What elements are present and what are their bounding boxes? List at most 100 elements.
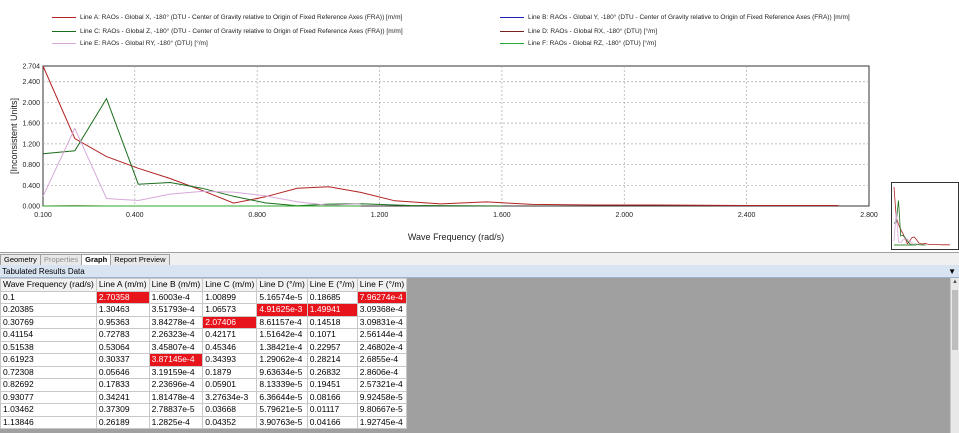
table-cell[interactable]: 0.37309 bbox=[95, 403, 150, 417]
table-cell[interactable]: 0.05646 bbox=[95, 365, 150, 379]
table-cell[interactable]: 0.30337 bbox=[95, 353, 150, 367]
table-row[interactable]: 0.93077 0.34241 1.81478e-4 3.27634e-3 6.3664… bbox=[0, 390, 408, 404]
table-row[interactable]: 0.41154 0.72783 2.26323e-4 0.42171 1.51642e-… bbox=[0, 328, 408, 342]
tab-graph[interactable]: Graph bbox=[81, 254, 112, 265]
column-header[interactable]: Line B (m/m) bbox=[148, 278, 204, 292]
table-row[interactable]: 0.72308 0.05646 3.19159e-4 0.1879 9.63634e-5… bbox=[0, 365, 408, 379]
table-cell[interactable]: 1.6003e-4 bbox=[148, 290, 204, 304]
table-cell[interactable]: 1.29062e-4 bbox=[256, 353, 308, 367]
table-cell[interactable]: 2.23696e-4 bbox=[148, 378, 204, 392]
tab-report-preview[interactable]: Report Preview bbox=[110, 254, 170, 265]
table-cell[interactable]: 0.1879 bbox=[202, 365, 258, 379]
table-cell[interactable]: 2.78837e-5 bbox=[148, 403, 204, 417]
table-row[interactable]: 0.20385 1.30463 3.51793e-4 1.06573 4.91625e-… bbox=[0, 303, 408, 317]
table-cell[interactable]: 2.46802e-4 bbox=[356, 340, 408, 354]
table-cell[interactable]: 0.34393 bbox=[202, 353, 258, 367]
table-cell[interactable]: 9.80667e-5 bbox=[356, 403, 408, 417]
table-cell[interactable]: 0.30769 bbox=[0, 315, 97, 329]
table-cell[interactable]: 0.28214 bbox=[306, 353, 358, 367]
table-cell[interactable]: 1.13846 bbox=[0, 415, 97, 429]
pin-icon[interactable]: ▼ bbox=[948, 265, 956, 278]
table-cell[interactable]: 0.72308 bbox=[0, 365, 97, 379]
table-cell[interactable]: 3.09368e-4 bbox=[356, 303, 408, 317]
table-cell[interactable]: 2.56144e-4 bbox=[356, 328, 408, 342]
table-cell[interactable]: 3.84278e-4 bbox=[148, 315, 204, 329]
table-cell[interactable]: 0.42171 bbox=[202, 328, 258, 342]
table-cell[interactable]: 2.70358 bbox=[95, 290, 150, 304]
table-row[interactable]: 0.51538 0.53064 3.45807e-4 0.45346 1.38421e-… bbox=[0, 340, 408, 354]
table-cell[interactable]: 2.8606e-4 bbox=[356, 365, 408, 379]
table-cell[interactable]: 0.53064 bbox=[95, 340, 150, 354]
scrollbar-thumb[interactable] bbox=[952, 290, 958, 350]
table-cell[interactable]: 1.30463 bbox=[95, 303, 150, 317]
table-cell[interactable]: 0.1 bbox=[0, 290, 97, 304]
table-cell[interactable]: 2.6855e-4 bbox=[356, 353, 408, 367]
table-cell[interactable]: 9.92458e-5 bbox=[356, 390, 408, 404]
table-cell[interactable]: 3.09831e-4 bbox=[356, 315, 408, 329]
table-cell[interactable]: 3.27634e-3 bbox=[202, 390, 258, 404]
table-cell[interactable]: 3.19159e-4 bbox=[148, 365, 204, 379]
table-cell[interactable]: 1.81478e-4 bbox=[148, 390, 204, 404]
chart-overview-thumbnail[interactable] bbox=[891, 182, 959, 250]
column-header[interactable]: Line A (m/m) bbox=[95, 278, 150, 292]
column-header[interactable]: Line F (°/m) bbox=[356, 278, 408, 292]
table-cell[interactable]: 0.03668 bbox=[202, 403, 258, 417]
table-cell[interactable]: 2.26323e-4 bbox=[148, 328, 204, 342]
table-cell[interactable]: 0.61923 bbox=[0, 353, 97, 367]
table-cell[interactable]: 1.49941 bbox=[306, 303, 358, 317]
table-cell[interactable]: 0.26832 bbox=[306, 365, 358, 379]
table-cell[interactable]: 0.34241 bbox=[95, 390, 150, 404]
table-cell[interactable]: 3.90763e-5 bbox=[256, 415, 308, 429]
table-cell[interactable]: 4.91625e-3 bbox=[256, 303, 308, 317]
table-cell[interactable]: 0.93077 bbox=[0, 390, 97, 404]
table-cell[interactable]: 0.04352 bbox=[202, 415, 258, 429]
table-cell[interactable]: 0.04166 bbox=[306, 415, 358, 429]
table-cell[interactable]: 3.51793e-4 bbox=[148, 303, 204, 317]
table-row[interactable]: 1.03462 0.37309 2.78837e-5 0.03668 5.79621e-… bbox=[0, 403, 408, 417]
table-cell[interactable]: 0.26189 bbox=[95, 415, 150, 429]
table-cell[interactable]: 6.36644e-5 bbox=[256, 390, 308, 404]
table-cell[interactable]: 3.45807e-4 bbox=[148, 340, 204, 354]
table-cell[interactable]: 0.1071 bbox=[306, 328, 358, 342]
table-cell[interactable]: 0.72783 bbox=[95, 328, 150, 342]
table-cell[interactable]: 7.96274e-4 bbox=[356, 290, 408, 304]
table-cell[interactable]: 5.16574e-5 bbox=[256, 290, 308, 304]
table-cell[interactable]: 0.17833 bbox=[95, 378, 150, 392]
table-cell[interactable]: 0.20385 bbox=[0, 303, 97, 317]
table-cell[interactable]: 0.51538 bbox=[0, 340, 97, 354]
table-cell[interactable]: 1.92745e-4 bbox=[356, 415, 408, 429]
table-cell[interactable]: 0.19451 bbox=[306, 378, 358, 392]
table-row[interactable]: 0.1 2.70358 1.6003e-4 1.00899 5.16574e-5 0.18… bbox=[0, 290, 408, 304]
table-cell[interactable]: 1.38421e-4 bbox=[256, 340, 308, 354]
table-cell[interactable]: 9.63634e-5 bbox=[256, 365, 308, 379]
table-cell[interactable]: 3.87145e-4 bbox=[148, 353, 204, 367]
table-cell[interactable]: 0.05901 bbox=[202, 378, 258, 392]
table-row[interactable]: 0.61923 0.30337 3.87145e-4 0.34393 1.29062e-… bbox=[0, 353, 408, 367]
table-cell[interactable]: 0.22957 bbox=[306, 340, 358, 354]
table-cell[interactable]: 0.18685 bbox=[306, 290, 358, 304]
column-header[interactable]: Wave Frequency (rad/s) bbox=[0, 278, 97, 292]
table-cell[interactable]: 0.45346 bbox=[202, 340, 258, 354]
column-header[interactable]: Line D (°/m) bbox=[256, 278, 308, 292]
table-cell[interactable]: 0.14518 bbox=[306, 315, 358, 329]
table-cell[interactable]: 5.79621e-5 bbox=[256, 403, 308, 417]
table-cell[interactable]: 1.2825e-4 bbox=[148, 415, 204, 429]
scroll-up-icon[interactable]: ▲ bbox=[951, 278, 959, 286]
table-cell[interactable]: 0.41154 bbox=[0, 328, 97, 342]
table-row[interactable]: 0.30769 0.95363 3.84278e-4 2.07406 8.61157e-… bbox=[0, 315, 408, 329]
tab-properties[interactable]: Properties bbox=[39, 254, 83, 265]
table-cell[interactable]: 1.51642e-4 bbox=[256, 328, 308, 342]
table-cell[interactable]: 8.61157e-4 bbox=[256, 315, 308, 329]
table-cell[interactable]: 8.13339e-5 bbox=[256, 378, 308, 392]
table-cell[interactable]: 2.07406 bbox=[202, 315, 258, 329]
table-cell[interactable]: 1.03462 bbox=[0, 403, 97, 417]
table-row[interactable]: 0.82692 0.17833 2.23696e-4 0.05901 8.13339e-… bbox=[0, 378, 408, 392]
tab-geometry[interactable]: Geometry bbox=[0, 254, 41, 265]
column-header[interactable]: Line C (m/m) bbox=[202, 278, 258, 292]
table-cell[interactable]: 0.08166 bbox=[306, 390, 358, 404]
table-cell[interactable]: 0.01117 bbox=[306, 403, 358, 417]
table-cell[interactable]: 1.00899 bbox=[202, 290, 258, 304]
table-cell[interactable]: 0.95363 bbox=[95, 315, 150, 329]
column-header[interactable]: Line E (°/m) bbox=[306, 278, 358, 292]
table-cell[interactable]: 0.82692 bbox=[0, 378, 97, 392]
